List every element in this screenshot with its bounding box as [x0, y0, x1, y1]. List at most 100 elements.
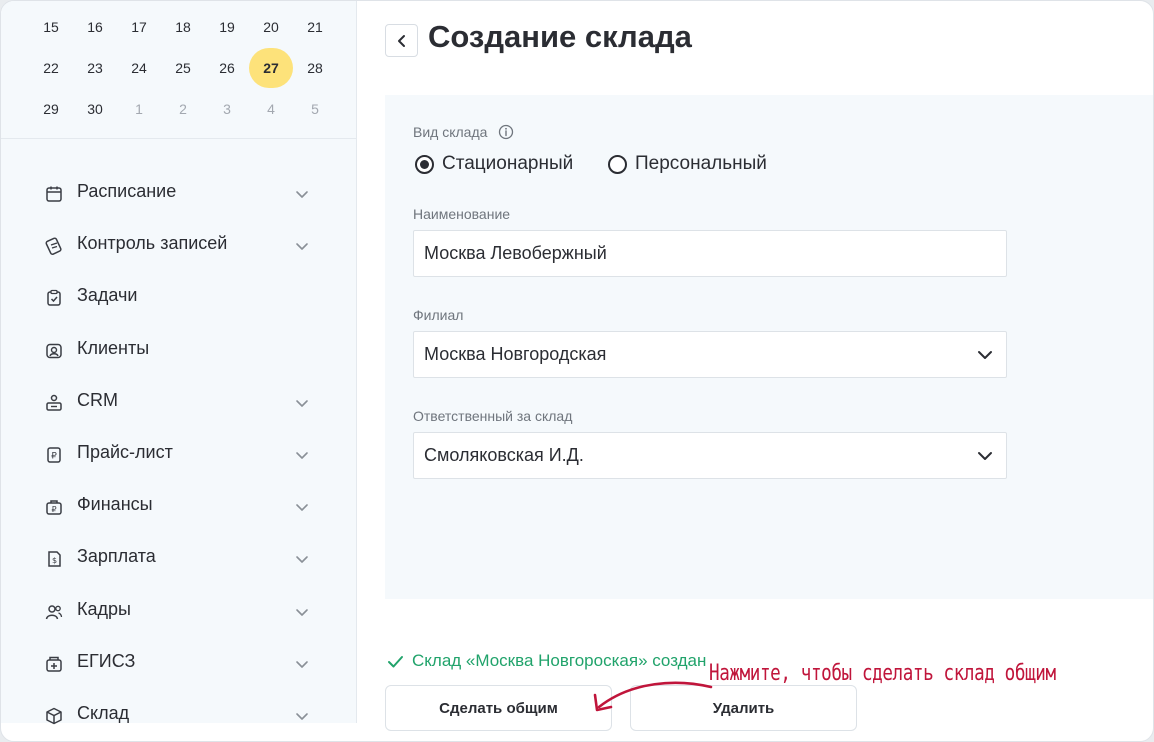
radio-personal[interactable]: Персональный: [608, 153, 767, 175]
radio-label: Персональный: [635, 153, 767, 174]
sidebar-item-label: CRM: [77, 389, 118, 410]
egisz-icon: [43, 653, 65, 675]
sidebar-item-tasks[interactable]: Задачи: [1, 271, 356, 323]
calendar-day-number: 15: [43, 19, 59, 35]
sidebar-item-label: Кадры: [77, 598, 131, 619]
calendar-day[interactable]: 16: [73, 7, 117, 47]
clients-icon: [43, 340, 65, 362]
calendar-day[interactable]: 21: [293, 7, 337, 47]
chevron-down-icon: [296, 660, 308, 668]
calendar-icon: [43, 183, 65, 205]
calendar-day[interactable]: 2: [161, 89, 205, 129]
calendar-day[interactable]: 23: [73, 48, 117, 88]
calendar-day-number: 29: [43, 101, 59, 117]
calendar-day-number: 16: [87, 19, 103, 35]
tasks-icon: [43, 287, 65, 309]
calendar-day-number: 17: [131, 19, 147, 35]
annotation-hint: Нажмите, чтобы сделать склад общим: [709, 661, 1056, 686]
calendar-day-number: 21: [307, 19, 323, 35]
calendar-day-number: 30: [87, 101, 103, 117]
name-input[interactable]: Москва Левобержный: [413, 230, 1007, 277]
responsible-label: Ответственный за склад: [413, 408, 573, 424]
calendar-day-number: 23: [87, 60, 103, 76]
app-window: 15 16 17 18 19 20 21 22 23 24 25 26 27 28 29 30 1 2 3 4 5 Ра…: [0, 0, 1154, 742]
calendar-day[interactable]: 15: [29, 7, 73, 47]
chevron-down-icon: [978, 452, 992, 460]
annotation-arrow-icon: [593, 681, 713, 712]
mini-calendar: 15 16 17 18 19 20 21 22 23 24 25 26 27 28 29 30 1 2 3 4 5: [1, 1, 356, 139]
branch-select[interactable]: Москва Новгородская: [413, 331, 1007, 378]
calendar-day[interactable]: 17: [117, 7, 161, 47]
calendar-day[interactable]: 24: [117, 48, 161, 88]
sidebar-item-staff[interactable]: Кадры: [1, 585, 356, 637]
calendar-day-number: 28: [307, 60, 323, 76]
chevron-down-icon: [296, 556, 308, 564]
warehouse-type-label: Вид склада: [413, 124, 488, 140]
sidebar-item-label: ЕГИСЗ: [77, 650, 136, 671]
calendar-day[interactable]: 19: [205, 7, 249, 47]
calendar-day[interactable]: 22: [29, 48, 73, 88]
branch-value: Москва Новгородская: [424, 344, 607, 364]
calendar-day-number: 3: [223, 101, 231, 117]
checkmark-icon: [388, 655, 403, 667]
calendar-day[interactable]: 1: [117, 89, 161, 129]
calendar-day-number: 18: [175, 19, 191, 35]
sidebar-item-records-control[interactable]: Контроль записей: [1, 219, 356, 271]
back-button[interactable]: [385, 24, 418, 57]
calendar-day-number: 27: [263, 60, 279, 76]
calendar-day[interactable]: 28: [293, 48, 337, 88]
sidebar-item-label: Расписание: [77, 181, 177, 201]
sidebar-item-label: Склад: [77, 703, 130, 723]
calendar-day-number: 25: [175, 60, 191, 76]
name-label: Наименование: [413, 206, 511, 222]
price-list-icon: ₽: [43, 444, 65, 466]
sidebar-item-salary[interactable]: $ Зарплата: [1, 532, 356, 584]
calendar-day[interactable]: 3: [205, 89, 249, 129]
sidebar-item-finance[interactable]: ₽ Финансы: [1, 480, 356, 532]
sidebar-item-warehouse[interactable]: Склад: [1, 689, 356, 741]
calendar-day[interactable]: 29: [29, 89, 73, 129]
calendar-day[interactable]: 20: [249, 7, 293, 47]
radio-stationary[interactable]: Стационарный: [415, 153, 573, 175]
page-title: Создание склада: [428, 19, 692, 54]
sidebar-item-egisz[interactable]: ЕГИСЗ: [1, 637, 356, 689]
sidebar-item-label: Контроль записей: [77, 233, 228, 254]
svg-text:$: $: [52, 556, 57, 565]
calendar-day-number: 20: [263, 19, 279, 35]
calendar-day[interactable]: 30: [73, 89, 117, 129]
calendar-day-today[interactable]: 27: [249, 48, 293, 88]
chevron-down-icon: [978, 351, 992, 359]
sidebar-item-clients[interactable]: Клиенты: [1, 324, 356, 376]
calendar-day[interactable]: 25: [161, 48, 205, 88]
records-control-icon: [43, 235, 65, 257]
responsible-value: Смоляковская И.Д.: [424, 445, 584, 465]
calendar-day-number: 2: [179, 101, 187, 117]
make-shared-button[interactable]: Сделать общим: [385, 685, 612, 731]
crm-icon: [43, 392, 65, 414]
svg-text:₽: ₽: [51, 452, 57, 462]
chevron-down-icon: [296, 608, 308, 616]
svg-text:₽: ₽: [51, 505, 56, 514]
calendar-day[interactable]: 5: [293, 89, 337, 129]
calendar-day[interactable]: 18: [161, 7, 205, 47]
sidebar-item-calendar[interactable]: Расписание: [1, 167, 356, 219]
calendar-day-number: 5: [311, 101, 319, 117]
chevron-down-icon: [296, 452, 308, 459]
sidebar-item-label: Прайс-лист: [77, 442, 173, 462]
sidebar-item-crm[interactable]: CRM: [1, 376, 356, 428]
finance-icon: ₽: [43, 496, 65, 518]
branch-label: Филиал: [413, 307, 464, 323]
salary-icon: $: [43, 548, 65, 570]
calendar-day[interactable]: 4: [249, 89, 293, 129]
calendar-day-number: 24: [131, 60, 147, 76]
sidebar-item-price-list[interactable]: ₽ Прайс-лист: [1, 428, 356, 480]
calendar-day-number: 19: [219, 19, 235, 35]
chevron-down-icon: [296, 504, 308, 511]
info-icon[interactable]: [498, 124, 514, 140]
calendar-day-number: 26: [219, 60, 235, 76]
calendar-day[interactable]: 26: [205, 48, 249, 88]
responsible-select[interactable]: Смоляковская И.Д.: [413, 432, 1007, 479]
chevron-left-icon: [397, 34, 405, 47]
staff-icon: [43, 601, 65, 623]
success-message: Склад «Москва Новгороская» создан: [387, 651, 706, 671]
